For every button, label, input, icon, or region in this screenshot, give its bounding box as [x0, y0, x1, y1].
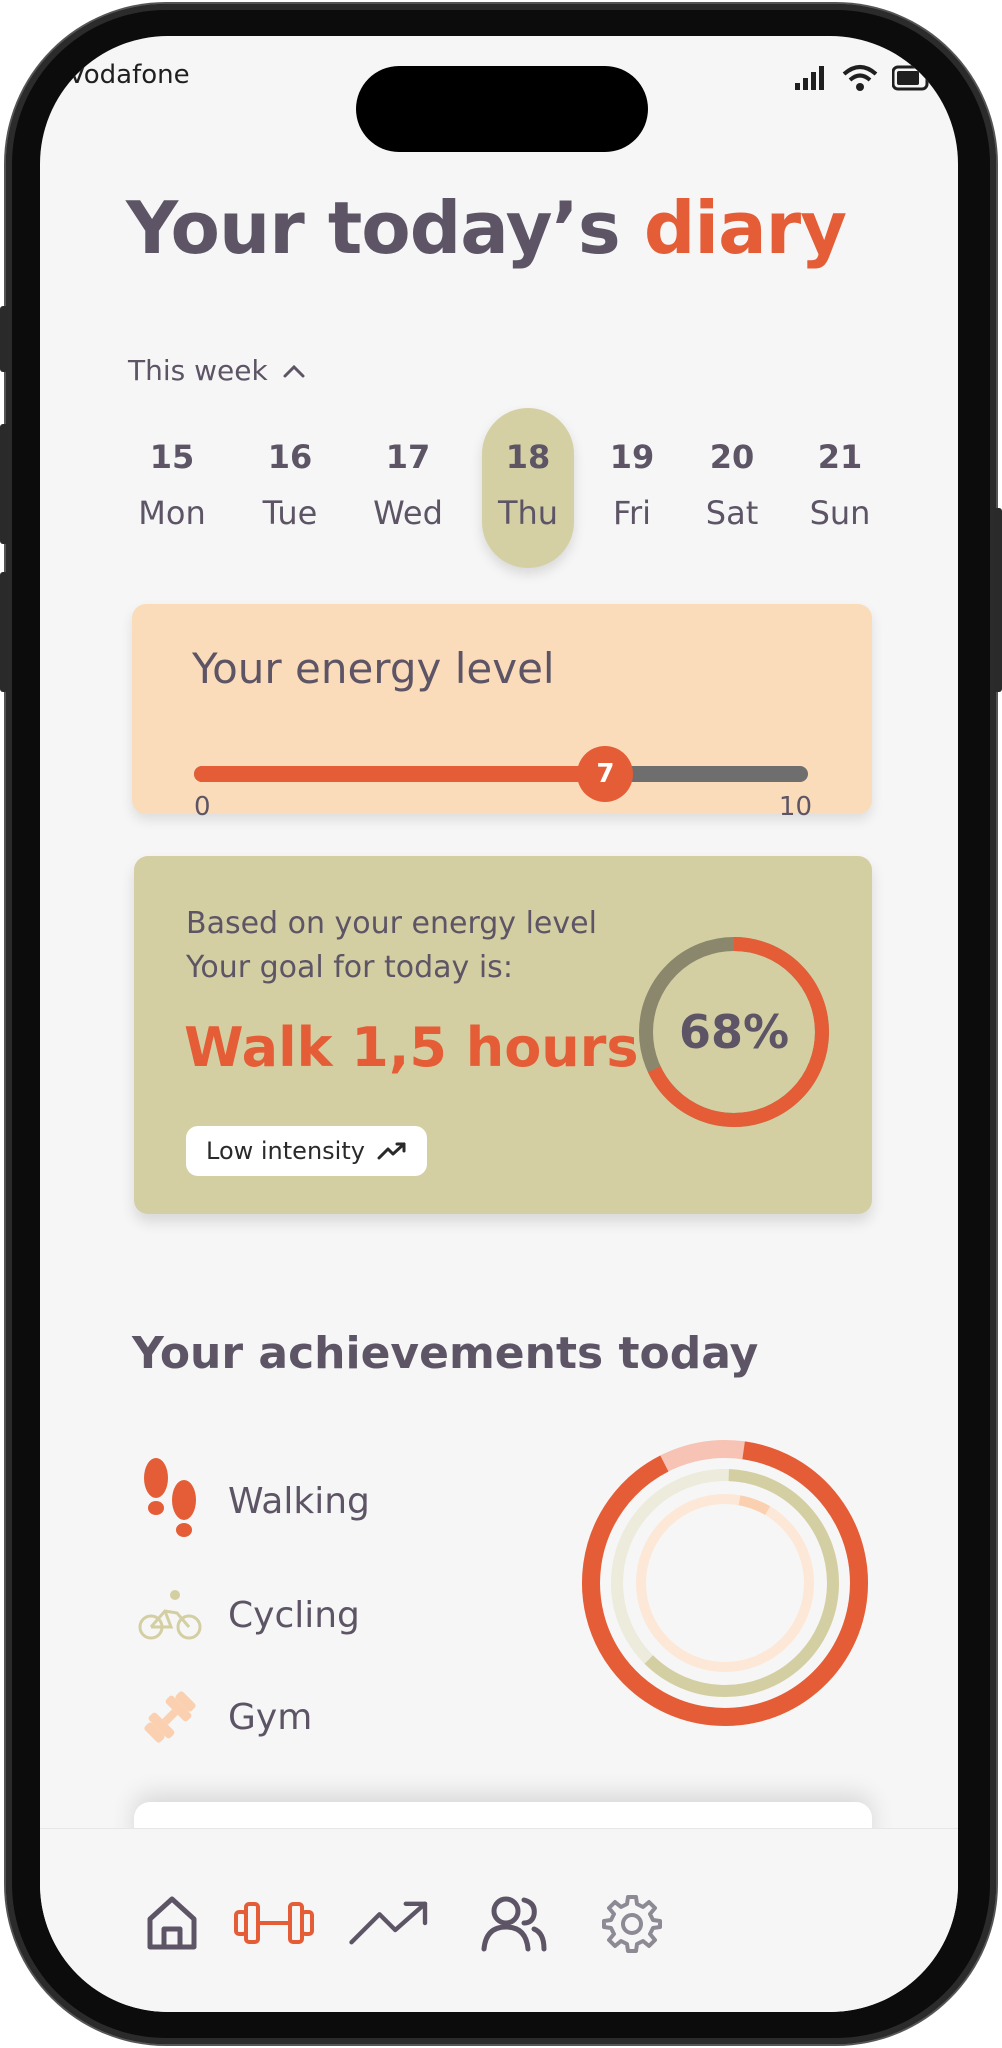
intensity-chip[interactable]: Low intensity [186, 1126, 427, 1176]
trend-up-icon [349, 1901, 428, 1945]
day-number: 15 [149, 438, 195, 476]
week-toggle-label: This week [128, 354, 268, 387]
nav-settings[interactable] [590, 1887, 674, 1959]
achievements-title: Your achievements today [132, 1328, 759, 1379]
gym-ring-progress [636, 1494, 814, 1673]
footsteps-icon [132, 1456, 208, 1546]
energy-slider-fill [194, 766, 606, 782]
day-name: Fri [612, 494, 652, 532]
volume-down-button [0, 572, 8, 692]
achievement-label: Cycling [228, 1594, 360, 1636]
energy-slider-track[interactable] [194, 766, 808, 782]
bottom-nav-bar [40, 1828, 958, 2012]
nav-workouts[interactable] [232, 1887, 316, 1959]
day-fri[interactable]: 19 Fri [586, 408, 678, 568]
bicycle-icon [132, 1570, 208, 1660]
goal-percent-label: 68% [678, 1005, 790, 1059]
day-number: 19 [609, 438, 655, 476]
nav-progress[interactable] [348, 1887, 432, 1959]
achievement-label: Walking [228, 1480, 370, 1522]
day-name: Sat [705, 494, 759, 532]
achievements-activity-rings [582, 1440, 868, 1726]
energy-slider-thumb[interactable]: 7 [577, 746, 634, 802]
battery-icon [892, 65, 933, 91]
day-number: 16 [267, 438, 313, 476]
day-mon[interactable]: 15 Mon [126, 408, 218, 568]
day-number: 18 [505, 438, 551, 476]
power-button [994, 508, 1002, 692]
status-icons [794, 64, 934, 92]
mute-switch [0, 306, 8, 372]
carrier-label: Vodafone [68, 60, 190, 90]
dynamic-island [356, 66, 648, 152]
nav-community[interactable] [472, 1887, 556, 1959]
volume-up-button [0, 424, 8, 544]
week-day-strip: 15 Mon 16 Tue 17 Wed 18 Thu 19 Fri 20 Sa… [126, 408, 906, 578]
nav-home[interactable] [130, 1887, 214, 1959]
day-thu-selected[interactable]: 18 Thu [482, 408, 574, 568]
day-number: 20 [709, 438, 755, 476]
energy-max-label: 10 [778, 792, 812, 822]
day-wed[interactable]: 17 Wed [362, 408, 454, 568]
intensity-chip-label: Low intensity [206, 1137, 365, 1165]
goal-card: Based on your energy level Your goal for… [134, 856, 872, 1214]
signal-icon [795, 66, 824, 90]
day-name: Thu [497, 494, 559, 532]
day-tue[interactable]: 16 Tue [244, 408, 336, 568]
gear-icon [602, 1895, 662, 1953]
page-title: Your today’s diary [126, 186, 847, 270]
trend-up-icon [377, 1142, 406, 1160]
chevron-up-icon [283, 364, 305, 377]
dumbbell-icon [132, 1672, 208, 1762]
day-name: Sun [809, 494, 871, 532]
energy-card: Your energy level 7 0 10 [132, 604, 872, 822]
energy-min-label: 0 [194, 792, 211, 822]
app-screen: Vodafone Your today’s diary This week 15… [40, 36, 958, 2012]
users-icon [481, 1896, 547, 1952]
gym-ring-track [636, 1494, 814, 1672]
goal-text: Walk 1,5 hours [184, 1016, 639, 1079]
goal-intro-line-1: Based on your energy level [186, 906, 597, 941]
title-accent: diary [643, 186, 847, 270]
home-icon [147, 1896, 197, 1950]
day-name: Mon [138, 494, 206, 532]
dumbbell-icon [234, 1902, 314, 1944]
achievement-gym[interactable]: Gym [132, 1672, 312, 1762]
goal-intro-line-2: Your goal for today is: [186, 950, 513, 985]
achievement-label: Gym [228, 1696, 313, 1738]
day-sat[interactable]: 20 Sat [686, 408, 778, 568]
day-number: 17 [385, 438, 431, 476]
day-sun[interactable]: 21 Sun [794, 408, 886, 568]
day-number: 21 [817, 438, 863, 476]
week-toggle[interactable]: This week [128, 354, 306, 387]
day-name: Tue [262, 494, 318, 532]
achievement-walking[interactable]: Walking [132, 1456, 370, 1546]
achievement-cycling[interactable]: Cycling [132, 1570, 360, 1660]
day-name: Wed [373, 494, 443, 532]
title-main: Your today’s [126, 186, 621, 270]
energy-label: Your energy level [192, 644, 555, 693]
wifi-icon [842, 65, 878, 91]
